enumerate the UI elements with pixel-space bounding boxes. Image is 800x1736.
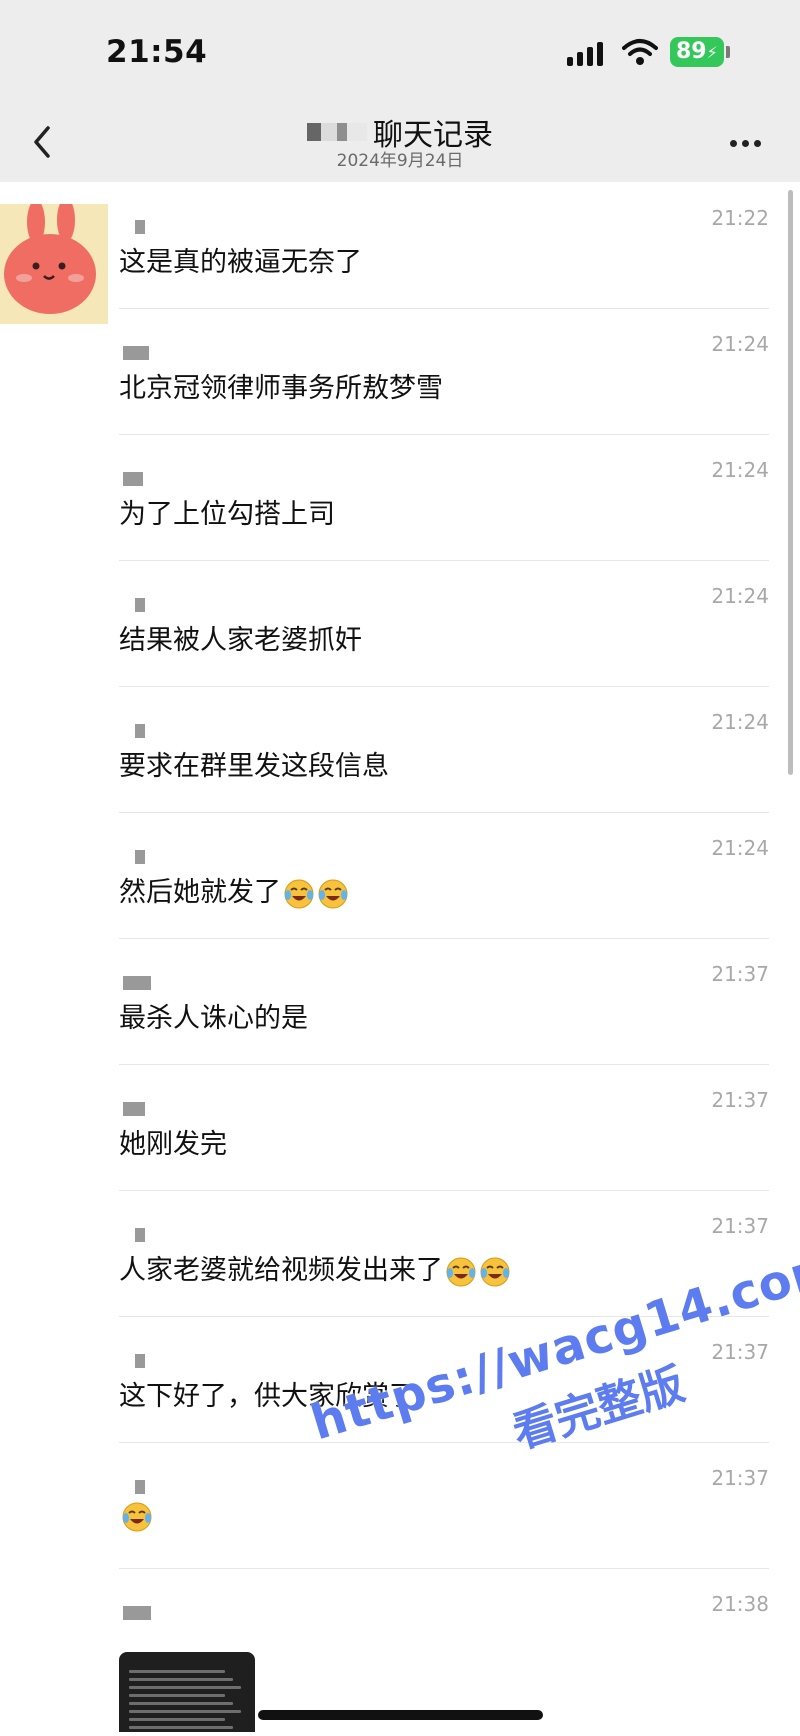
chat-record-item[interactable]: 21:37 人家老婆就给视频发出来了 <box>119 1190 769 1317</box>
chat-record-item[interactable]: 21:24 然后她就发了 <box>119 812 769 939</box>
thumbnail-text-line <box>129 1694 225 1697</box>
more-horizontal-icon[interactable] <box>726 134 766 154</box>
blurred-sender-name <box>123 976 151 990</box>
chat-record-item[interactable]: 21:24 要求在群里发这段信息 <box>119 686 769 813</box>
blurred-sender-name <box>123 1102 145 1116</box>
blurred-sender-name <box>135 724 145 738</box>
thumbnail-text-line <box>129 1718 225 1721</box>
pink-bunny-avatar <box>0 204 108 324</box>
message-text: 最杀人诛心的是 <box>119 996 308 1035</box>
status-bar: 21:54 89⚡ <box>0 0 800 104</box>
message-text: 结果被人家老婆抓奸 <box>119 618 362 657</box>
thumbnail-text-line <box>129 1686 241 1689</box>
message-text-content: 然后她就发了 <box>119 877 281 908</box>
message-text: 这是真的被逼无奈了 <box>119 240 362 279</box>
message-text-content: 最杀人诛心的是 <box>119 1003 308 1034</box>
message-time: 21:22 <box>711 206 769 230</box>
battery-charging-icon: 89⚡ <box>670 37 724 67</box>
message-time: 21:37 <box>711 1088 769 1112</box>
blurred-sender-name <box>135 1480 145 1494</box>
face-with-tears-of-joy-icon <box>445 1256 477 1288</box>
message-text: 要求在群里发这段信息 <box>119 744 389 783</box>
message-text: 北京冠领律师事务所敖梦雪 <box>119 366 443 405</box>
message-text: 人家老婆就给视频发出来了 <box>119 1248 511 1288</box>
message-time: 21:24 <box>711 458 769 482</box>
chat-record-item[interactable]: 21:37 最杀人诛心的是 <box>119 938 769 1065</box>
thumbnail-text-line <box>129 1678 233 1681</box>
message-time: 21:37 <box>711 962 769 986</box>
message-text-content: 这是真的被逼无奈了 <box>119 247 362 278</box>
message-text-content: 结果被人家老婆抓奸 <box>119 625 362 656</box>
message-text-content: 这下好了，供大家欣赏了 <box>119 1381 416 1412</box>
face-with-tears-of-joy-icon <box>121 1501 153 1533</box>
message-time: 21:37 <box>711 1466 769 1490</box>
status-time: 21:54 <box>106 34 208 70</box>
cellular-signal-icon <box>567 40 607 66</box>
thumbnail-text-line <box>129 1670 225 1673</box>
blurred-sender-name <box>135 220 145 234</box>
message-text: 为了上位勾搭上司 <box>119 492 335 531</box>
home-indicator[interactable] <box>258 1710 543 1720</box>
thumbnail-text-line <box>129 1726 233 1729</box>
blurred-sender-name <box>135 598 145 612</box>
nav-bar: 聊天记录 2024年9月24日 <box>0 104 800 182</box>
chat-record-item[interactable]: 21:37 她刚发完 <box>119 1064 769 1191</box>
battery-tip <box>726 46 730 58</box>
chat-date: 2024年9月24日 <box>336 151 464 171</box>
message-text <box>119 1500 153 1533</box>
chat-record-item[interactable]: 21:22 这是真的被逼无奈了 <box>119 182 769 309</box>
blurred-sender-name <box>135 850 145 864</box>
battery-level: 89 <box>676 39 707 64</box>
message-text-content: 北京冠领律师事务所敖梦雪 <box>119 373 443 404</box>
message-time: 21:24 <box>711 836 769 860</box>
face-with-tears-of-joy-icon <box>479 1256 511 1288</box>
blurred-sender-name <box>135 1228 145 1242</box>
image-thumbnail[interactable] <box>119 1652 255 1732</box>
chat-record-item[interactable]: 21:37 这下好了，供大家欣赏了 <box>119 1316 769 1443</box>
face-with-tears-of-joy-icon <box>283 878 315 910</box>
message-text-content: 她刚发完 <box>119 1129 227 1160</box>
scrollbar[interactable] <box>788 190 793 775</box>
message-time: 21:38 <box>711 1592 769 1616</box>
message-text: 她刚发完 <box>119 1122 227 1161</box>
thumbnail-text-line <box>129 1702 233 1705</box>
blurred-chat-name <box>307 123 367 141</box>
chat-record-item[interactable]: 21:24 为了上位勾搭上司 <box>119 434 769 561</box>
avatar[interactable] <box>0 204 108 324</box>
blurred-sender-name <box>123 346 149 360</box>
chat-record-item[interactable]: 21:24 结果被人家老婆抓奸 <box>119 560 769 687</box>
message-text-content: 人家老婆就给视频发出来了 <box>119 1255 443 1286</box>
chat-record-item[interactable]: 21:37 <box>119 1442 769 1569</box>
thumbnail-text-line <box>129 1710 241 1713</box>
message-text-content: 为了上位勾搭上司 <box>119 499 335 530</box>
blurred-sender-name <box>123 472 143 486</box>
blurred-sender-name <box>123 1606 151 1620</box>
message-time: 21:37 <box>711 1214 769 1238</box>
message-text: 这下好了，供大家欣赏了 <box>119 1374 416 1413</box>
wifi-icon <box>622 39 658 65</box>
message-text-content: 要求在群里发这段信息 <box>119 751 389 782</box>
chat-record-item[interactable]: 21:38 <box>119 1568 769 1732</box>
message-text: 然后她就发了 <box>119 870 349 910</box>
chat-record-item[interactable]: 21:24 北京冠领律师事务所敖梦雪 <box>119 308 769 435</box>
face-with-tears-of-joy-icon <box>317 878 349 910</box>
message-time: 21:24 <box>711 710 769 734</box>
chat-record-list[interactable]: 21:22 这是真的被逼无奈了 21:24 北京冠领律师事务所敖梦雪 21:24 为了上位… <box>0 182 800 1736</box>
message-time: 21:37 <box>711 1340 769 1364</box>
blurred-sender-name <box>135 1354 145 1368</box>
message-time: 21:24 <box>711 332 769 356</box>
message-time: 21:24 <box>711 584 769 608</box>
